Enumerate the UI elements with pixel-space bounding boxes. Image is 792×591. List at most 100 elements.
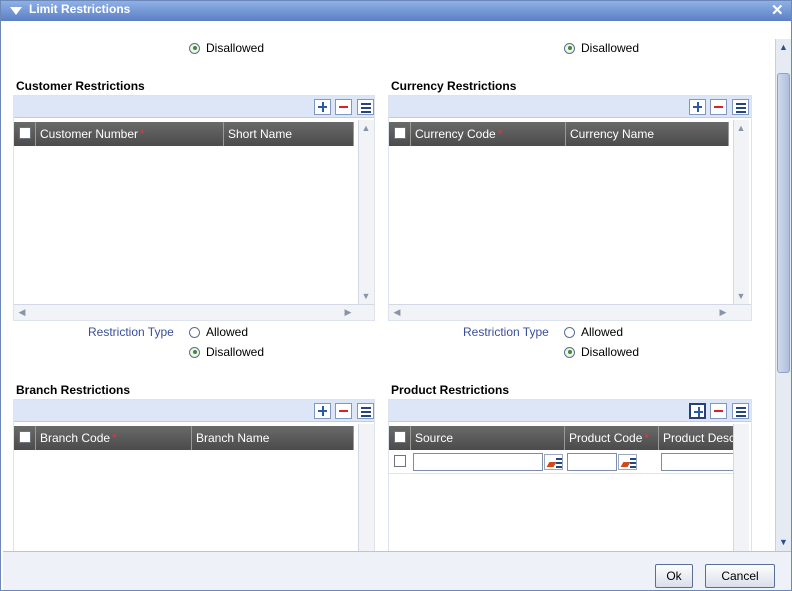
scroll-up-icon[interactable]: ▲ <box>778 42 789 53</box>
grid-header: Currency Code * Currency Name <box>389 122 729 146</box>
required-marker: * <box>644 431 650 445</box>
scroll-right-icon[interactable]: ▶ <box>717 306 729 318</box>
ok-button[interactable]: Ok <box>655 564 693 588</box>
dialog-content: Disallowed Disallowed Customer Restricti… <box>3 21 775 551</box>
source-input[interactable] <box>413 453 543 471</box>
grid-header: Customer Number * Short Name <box>14 122 354 146</box>
grid-toolbar <box>389 400 751 422</box>
scroll-thumb[interactable] <box>777 73 790 373</box>
source-lov-button[interactable] <box>544 454 563 470</box>
scroll-up-icon[interactable]: ▲ <box>735 122 747 134</box>
select-all-checkbox[interactable] <box>19 127 31 139</box>
customer-restriction-type-label: Restriction Type <box>88 325 174 339</box>
table-row <box>389 450 733 474</box>
grid-vertical-scrollbar[interactable]: ▲ ▼ <box>733 120 749 306</box>
column-product-desc[interactable]: Product Desc <box>659 426 733 450</box>
column-label: Customer Number <box>40 127 139 141</box>
scroll-left-icon[interactable]: ◀ <box>16 306 28 318</box>
scroll-up-icon[interactable]: ▲ <box>360 122 372 134</box>
grid-horizontal-scrollbar[interactable]: ◀ ▶ <box>14 304 374 320</box>
window-title: Limit Restrictions <box>29 2 131 16</box>
grid-header: Branch Code * Branch Name <box>14 426 354 450</box>
column-currency-name[interactable]: Currency Name <box>566 122 729 146</box>
scroll-down-icon[interactable]: ▼ <box>778 537 789 548</box>
grid-vertical-scrollbar[interactable]: ▲ ▼ <box>358 120 374 306</box>
select-all-checkbox[interactable] <box>394 431 406 443</box>
close-icon[interactable]: ✕ <box>771 1 784 19</box>
radio-icon[interactable] <box>564 346 575 358</box>
product-code-lov-button[interactable] <box>618 454 637 470</box>
lov-arrow-icon <box>620 462 631 467</box>
column-branch-code[interactable]: Branch Code * <box>36 426 192 450</box>
delete-row-button[interactable] <box>710 403 727 419</box>
currency-restriction-type-label: Restriction Type <box>463 325 549 339</box>
select-all-cell <box>389 426 411 450</box>
column-customer-number[interactable]: Customer Number * <box>36 122 224 146</box>
currency-restrictions-title: Currency Restrictions <box>391 79 517 93</box>
grid-vertical-scrollbar[interactable] <box>733 424 749 551</box>
required-marker: * <box>140 127 145 141</box>
column-currency-code[interactable]: Currency Code * <box>411 122 566 146</box>
grid-vertical-scrollbar[interactable] <box>358 424 374 551</box>
add-row-button[interactable] <box>314 403 331 419</box>
allowed-label: Allowed <box>581 325 624 339</box>
column-label: Branch Name <box>196 431 270 445</box>
scroll-down-icon[interactable]: ▼ <box>360 290 372 302</box>
single-view-button[interactable] <box>732 99 749 115</box>
column-label: Product Desc <box>663 431 733 445</box>
add-row-button[interactable] <box>689 403 706 419</box>
single-view-button[interactable] <box>357 99 374 115</box>
radio-icon[interactable] <box>189 346 200 358</box>
title-bar: Limit Restrictions ✕ <box>1 1 791 21</box>
scroll-left-icon[interactable]: ◀ <box>391 306 403 318</box>
column-product-code[interactable]: Product Code * <box>565 426 659 450</box>
delete-row-button[interactable] <box>335 99 352 115</box>
select-all-cell <box>14 122 36 146</box>
currency-disallowed-option[interactable]: Disallowed <box>564 345 639 359</box>
column-source[interactable]: Source <box>411 426 565 450</box>
top-left-disallowed-label: Disallowed <box>206 41 265 55</box>
grid-horizontal-scrollbar[interactable]: ◀ ▶ <box>389 304 751 320</box>
product-restrictions-title: Product Restrictions <box>391 383 510 397</box>
radio-icon[interactable] <box>189 326 200 338</box>
customer-restrictions-grid: Customer Number * Short Name ▲ ▼ ◀ ▶ <box>13 95 375 321</box>
customer-disallowed-option[interactable]: Disallowed <box>189 345 264 359</box>
select-all-checkbox[interactable] <box>19 431 31 443</box>
grid-header: Source Product Code * Product Desc <box>389 426 733 450</box>
product-code-input[interactable] <box>567 453 617 471</box>
select-all-checkbox[interactable] <box>394 127 406 139</box>
add-row-button[interactable] <box>314 99 331 115</box>
currency-restrictions-grid: Currency Code * Currency Name ▲ ▼ ◀ ▶ <box>388 95 752 321</box>
column-short-name[interactable]: Short Name <box>224 122 354 146</box>
scroll-right-icon[interactable]: ▶ <box>342 306 354 318</box>
single-view-button[interactable] <box>732 403 749 419</box>
column-label: Source <box>415 431 454 445</box>
currency-allowed-option[interactable]: Allowed <box>564 325 623 339</box>
window-vertical-scrollbar[interactable]: ▲ ▼ <box>775 39 791 553</box>
delete-row-button[interactable] <box>710 99 727 115</box>
column-label: Currency Code <box>415 127 496 141</box>
customer-allowed-option[interactable]: Allowed <box>189 325 248 339</box>
cancel-button[interactable]: Cancel <box>705 564 775 588</box>
delete-row-button[interactable] <box>335 403 352 419</box>
allowed-label: Allowed <box>206 325 249 339</box>
branch-restrictions-title: Branch Restrictions <box>16 383 131 397</box>
column-label: Short Name <box>228 127 293 141</box>
radio-icon[interactable] <box>189 42 200 54</box>
product-desc-input[interactable] <box>661 453 733 471</box>
row-select-checkbox[interactable] <box>394 455 406 467</box>
column-branch-name[interactable]: Branch Name <box>192 426 354 450</box>
add-row-button[interactable] <box>689 99 706 115</box>
product-restrictions-grid: Source Product Code * Product Desc <box>388 399 752 551</box>
top-left-disallowed-option[interactable]: Disallowed <box>189 41 264 55</box>
select-all-cell <box>14 426 36 450</box>
required-marker: * <box>497 127 503 141</box>
single-view-button[interactable] <box>357 403 374 419</box>
collapse-icon[interactable] <box>10 7 22 15</box>
radio-icon[interactable] <box>564 42 575 54</box>
dialog-footer: Ok Cancel <box>3 551 791 590</box>
grid-toolbar <box>14 96 374 118</box>
scroll-down-icon[interactable]: ▼ <box>735 290 747 302</box>
radio-icon[interactable] <box>564 326 575 338</box>
top-right-disallowed-option[interactable]: Disallowed <box>564 41 639 55</box>
